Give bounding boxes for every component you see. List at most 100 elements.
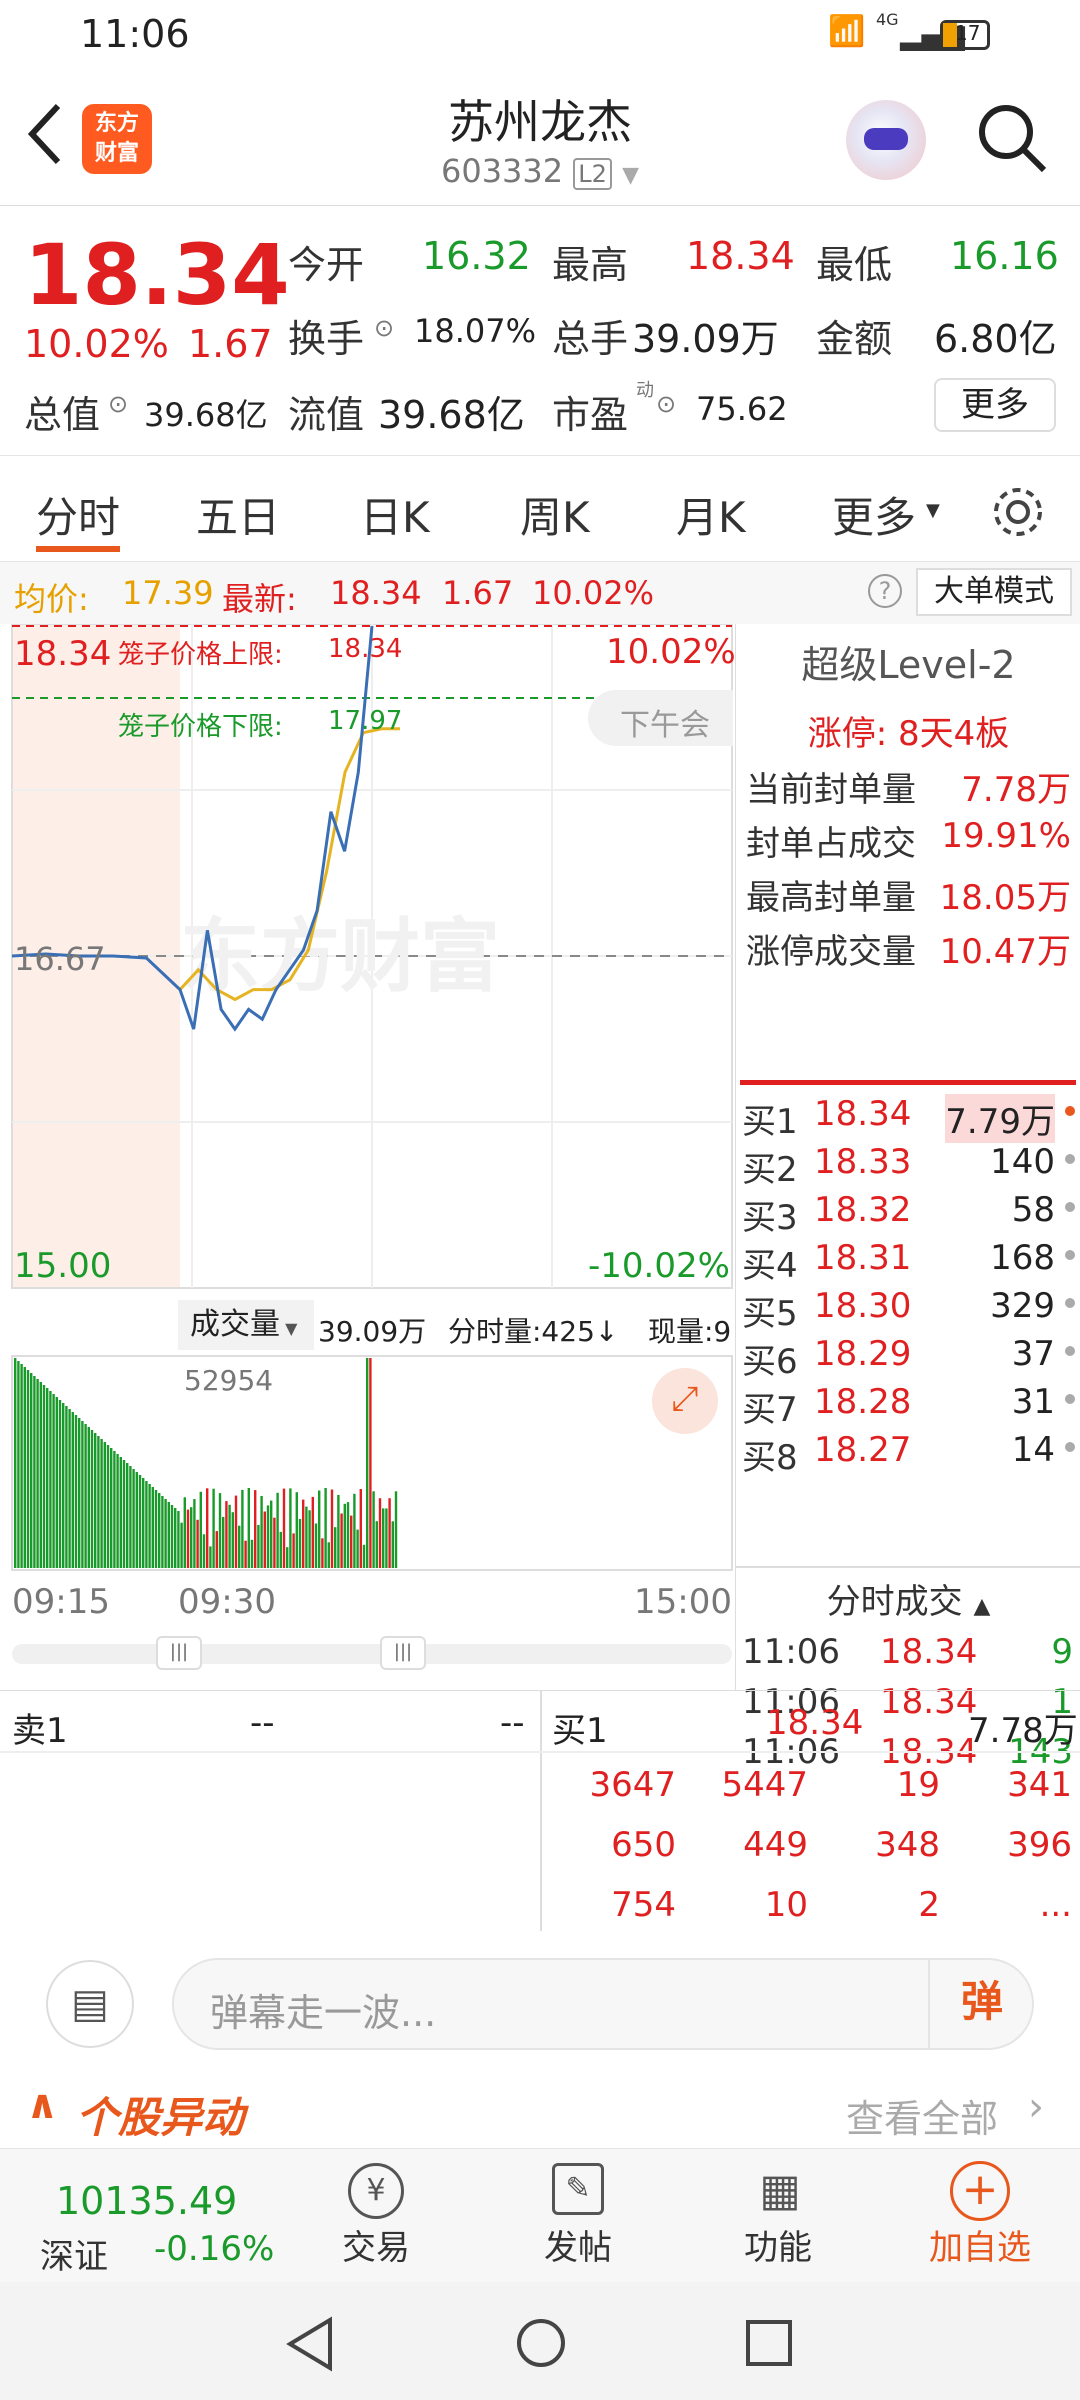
settings-gear-icon[interactable]: [990, 484, 1046, 540]
volume-bar: [334, 1527, 337, 1568]
volume-label: 总手: [552, 317, 629, 361]
latest-change: 1.67: [442, 574, 514, 612]
divider: [740, 1080, 1076, 1085]
search-icon[interactable]: [976, 102, 1048, 174]
fullscreen-expand-icon[interactable]: ⤢: [652, 1368, 718, 1434]
volume-bar: [391, 1521, 394, 1568]
volume-selector-label: 成交量: [190, 1307, 280, 1342]
functions-button[interactable]: ▦ 功能: [708, 2149, 848, 2283]
volume-bar: [346, 1502, 350, 1568]
time-range-scrollbar[interactable]: [12, 1644, 732, 1664]
bid-row[interactable]: 买1 18.34 7.79万: [736, 1094, 1080, 1143]
info-dots-icon[interactable]: ⊙: [374, 314, 394, 342]
danmu-placeholder: 弹幕走一波...: [210, 1991, 437, 2035]
range-handle-left[interactable]: |||: [156, 1636, 202, 1670]
recents-square-icon[interactable]: [744, 2318, 794, 2368]
info-dots-icon[interactable]: ⊙: [656, 390, 676, 418]
volume-bar: [244, 1540, 247, 1568]
back-triangle-icon[interactable]: [284, 2316, 336, 2372]
volume-bar: [26, 1370, 30, 1568]
stat-label: 涨停成交量: [746, 932, 916, 972]
system-navigation-bar: [0, 2282, 1080, 2400]
pct-axis-top: 10.02%: [606, 632, 736, 672]
range-handle-right[interactable]: |||: [380, 1636, 426, 1670]
tab-daily-k[interactable]: 日K: [360, 484, 430, 545]
volume-bar: [311, 1496, 314, 1568]
tab-more[interactable]: 更多: [832, 484, 916, 545]
volume-bar: [55, 1397, 58, 1568]
volume-bar: [94, 1433, 97, 1568]
y-axis-top: 18.34: [14, 634, 112, 674]
latest-value: 18.34: [330, 574, 422, 612]
bid-price: 18.27: [814, 1430, 912, 1470]
bid-row[interactable]: 买3 18.32 58: [736, 1190, 1080, 1238]
volume-bar: [241, 1489, 244, 1568]
stat-value: 10.47万: [939, 932, 1071, 972]
index-percent: -0.16%: [154, 2229, 275, 2269]
session-badge[interactable]: 下午会: [588, 690, 733, 746]
volume-bar: [170, 1505, 174, 1568]
volume-total: 39.09万: [318, 1315, 427, 1348]
level2-title[interactable]: 超级Level-2: [736, 634, 1080, 689]
volume-bar: [260, 1496, 263, 1568]
help-icon[interactable]: ?: [868, 574, 902, 608]
volume-bar: [343, 1503, 346, 1568]
queue-order-volume: 650: [611, 1825, 676, 1865]
chevron-up-icon: ∧: [26, 2082, 59, 2128]
bid-dot-icon: [1065, 1250, 1075, 1260]
bid-row[interactable]: 买5 18.30 329: [736, 1286, 1080, 1334]
volume-bar: [183, 1497, 186, 1568]
tab-five-day[interactable]: 五日: [196, 484, 280, 545]
more-button[interactable]: 更多: [934, 378, 1056, 432]
volume-bar: [52, 1394, 55, 1568]
volume-bar: [238, 1525, 241, 1568]
volume-bar: [142, 1478, 145, 1568]
volume-bar: [382, 1508, 385, 1568]
index-quote[interactable]: 10135.49 深证 -0.16%: [0, 2149, 300, 2283]
trade-button[interactable]: ¥ 交易: [306, 2149, 446, 2283]
total-value: 39.68亿: [144, 396, 268, 434]
post-button[interactable]: ✎ 发帖: [508, 2149, 648, 2283]
bid-price: 18.30: [814, 1286, 912, 1326]
volume-bar: [90, 1430, 94, 1568]
level2-panel: 超级Level-2 涨停: 8天4板 当前封单量 7.78万 封单占成交 19.91%…: [735, 624, 1080, 1772]
bid-row[interactable]: 买2 18.33 140: [736, 1142, 1080, 1190]
low-label: 最低: [816, 243, 893, 287]
tick-trades-title[interactable]: 分时成交 ▲: [736, 1574, 1080, 1623]
big-order-mode-button[interactable]: 大单模式: [916, 568, 1072, 616]
volume-bar: [318, 1490, 321, 1568]
volume-bar: [62, 1403, 65, 1568]
volume-bar: [148, 1484, 151, 1568]
current-volume: 现量:9: [648, 1315, 732, 1348]
bid-row[interactable]: 买4 18.31 168: [736, 1238, 1080, 1286]
level-badge: L2: [573, 158, 612, 190]
nav-bar: 东方 财富 苏州龙杰 603332 L2 ▼: [0, 72, 1080, 206]
tab-monthly-k[interactable]: 月K: [676, 484, 746, 545]
robot-assistant-icon[interactable]: [846, 100, 926, 180]
add-watchlist-button[interactable]: + 加自选: [910, 2149, 1050, 2283]
bid-row[interactable]: 买8 18.27 14: [736, 1430, 1080, 1478]
stat-value: 18.05万: [939, 878, 1071, 918]
volume-bar: [340, 1513, 343, 1568]
volume-bar: [273, 1517, 276, 1568]
info-dots-icon[interactable]: ⊙: [108, 390, 128, 418]
view-all-link[interactable]: 查看全部: [846, 2088, 998, 2143]
volume-bar: [308, 1510, 311, 1568]
danmu-send-button[interactable]: 弹: [928, 1958, 1034, 2050]
intraday-chart[interactable]: 东方财富: [0, 624, 735, 1690]
danmu-settings-icon[interactable]: ▤: [46, 1960, 134, 2048]
volume-selector[interactable]: 成交量 ▼: [178, 1300, 314, 1350]
bid-row[interactable]: 买6 18.29 37: [736, 1334, 1080, 1382]
home-circle-icon[interactable]: [514, 2316, 568, 2370]
tab-intraday[interactable]: 分时: [36, 484, 120, 545]
pe-label: 市盈: [552, 393, 629, 437]
tab-weekly-k[interactable]: 周K: [520, 484, 590, 545]
volume-bar: [36, 1379, 39, 1568]
bid-row[interactable]: 买7 18.28 31: [736, 1382, 1080, 1430]
chevron-down-icon[interactable]: ▼: [622, 163, 639, 188]
danmu-input[interactable]: 弹幕走一波... 弹: [172, 1958, 1034, 2050]
trade-label: 交易: [342, 2228, 410, 2268]
volume-bar: [49, 1391, 52, 1568]
volume-bar: [362, 1544, 366, 1568]
volume-bar: [30, 1373, 33, 1568]
